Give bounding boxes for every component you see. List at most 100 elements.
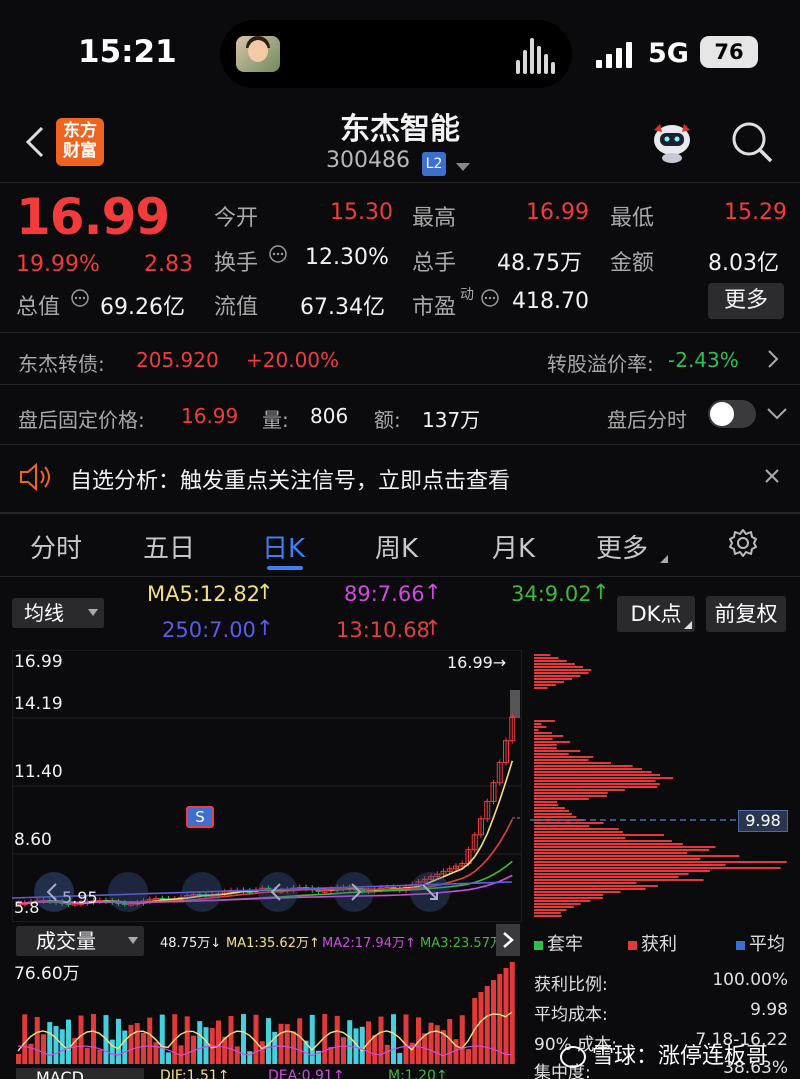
volume-bar <box>385 1045 390 1064</box>
chip-bar <box>534 675 580 677</box>
dk-point-button[interactable]: DK点 <box>617 596 695 632</box>
more-caret-icon <box>660 548 668 567</box>
volume-bar <box>135 1023 140 1064</box>
avg-cost-tag: 9.98 <box>738 810 788 832</box>
chip-bar <box>534 825 589 827</box>
volume-bar <box>16 1054 21 1064</box>
after-hours-amt: 137万 <box>422 404 480 433</box>
volume-bar <box>279 1024 284 1064</box>
bond-price: 205.920 <box>136 348 219 372</box>
volume-y-label: 76.60万 <box>14 959 80 984</box>
chip-bar <box>534 813 572 815</box>
settings-gear-icon[interactable] <box>728 528 758 562</box>
chip-bar <box>534 765 633 767</box>
back-icon[interactable] <box>22 122 52 162</box>
volume-selector[interactable]: 成交量 <box>16 926 144 956</box>
y-label-3: 11.40 <box>14 762 63 782</box>
signal-icon <box>596 42 636 68</box>
chip-bar <box>534 684 556 686</box>
tab-month-k[interactable]: 月K <box>492 528 535 565</box>
volume-bar <box>116 1019 121 1064</box>
status-time: 15:21 <box>78 34 177 70</box>
volume-bar <box>491 980 496 1064</box>
chip-bar <box>534 726 546 728</box>
chevron-down-icon[interactable] <box>766 406 788 425</box>
high-value: 16.99 <box>526 200 589 225</box>
chip-bar <box>534 906 574 908</box>
level2-badge[interactable]: L2 <box>422 152 446 176</box>
chip-bar <box>534 855 739 857</box>
macd-m: M:1.20↑ <box>388 1068 448 1079</box>
next-icon[interactable] <box>334 872 374 912</box>
chip-distribution-chart[interactable] <box>530 650 788 922</box>
volume-chart[interactable] <box>12 956 522 1066</box>
prev-icon[interactable] <box>258 872 298 912</box>
search-icon[interactable] <box>730 120 774 164</box>
expand-icon[interactable] <box>410 872 450 912</box>
chip-bar <box>534 747 557 749</box>
chevron-right-icon[interactable] <box>766 348 780 374</box>
dropdown-caret-icon[interactable] <box>456 158 470 177</box>
volume-bar <box>160 1015 165 1064</box>
chip-bar <box>534 741 570 743</box>
low-label: 最低 <box>610 200 654 232</box>
signal-badge[interactable]: S <box>186 806 214 828</box>
volume-bar <box>79 1016 84 1064</box>
chip-bar <box>534 867 781 869</box>
ma89-arrow-icon: ↑ <box>424 580 442 604</box>
chip-bar <box>534 891 621 893</box>
bond-label[interactable]: 东杰转债: <box>18 348 105 377</box>
chip-bar <box>534 663 575 665</box>
tab-five-day[interactable]: 五日 <box>143 528 195 565</box>
open-label: 今开 <box>214 200 258 232</box>
ma-selector[interactable]: 均线 <box>12 598 104 628</box>
assistant-robot-icon[interactable] <box>648 120 696 164</box>
ma89-value: 89:7.66 <box>344 582 425 606</box>
stock-name[interactable]: 东杰智能 <box>300 104 500 148</box>
more-button[interactable]: 更多 <box>708 283 784 319</box>
chip-bar <box>534 753 569 755</box>
pre-adjust-button[interactable]: 前复权 <box>706 596 786 632</box>
high-label: 最高 <box>412 200 456 232</box>
chip-bar <box>534 846 715 848</box>
after-hours-vol: 806 <box>310 404 348 428</box>
scroll-thumb[interactable] <box>510 690 520 718</box>
volume-bar <box>397 1053 402 1064</box>
chip-bar <box>534 669 591 671</box>
alert-text[interactable]: 自选分析：触发重点关注信号，立即点击查看 <box>70 463 510 495</box>
speaker-icon <box>18 462 52 496</box>
video-thumbnail[interactable] <box>236 36 280 72</box>
amount-value: 8.03亿 <box>708 245 779 277</box>
timeshare-toggle[interactable] <box>708 400 756 428</box>
volume-expand-icon[interactable] <box>496 924 520 956</box>
close-icon[interactable] <box>764 468 780 488</box>
tab-day-k[interactable]: 日K <box>262 528 305 565</box>
chip-bar <box>534 759 589 761</box>
macd-selector[interactable]: MACD <box>16 1068 144 1079</box>
profit-ratio-label: 获利比例: <box>534 970 608 995</box>
tab-week-k[interactable]: 周K <box>375 528 418 565</box>
center-icon[interactable] <box>182 872 222 912</box>
volume-bar <box>360 1027 365 1064</box>
chip-bar <box>534 744 557 746</box>
chip-bar <box>534 687 548 689</box>
chip-bar <box>534 879 704 881</box>
zoom-out-icon[interactable] <box>34 872 74 912</box>
chip-bar <box>534 915 562 917</box>
chip-bar <box>534 756 593 758</box>
zoom-in-icon[interactable] <box>108 872 148 912</box>
chip-bar <box>534 831 623 833</box>
info-icon[interactable] <box>268 244 288 268</box>
tab-more[interactable]: 更多 <box>596 528 648 565</box>
volume-bar <box>229 1016 234 1064</box>
chip-bar <box>534 672 589 674</box>
info-icon[interactable] <box>70 288 90 312</box>
volume-bar <box>47 1022 52 1064</box>
chip-bar <box>534 858 700 860</box>
volume-bar <box>141 1033 146 1064</box>
info-icon[interactable] <box>480 288 500 312</box>
chip-bar <box>534 873 689 875</box>
tab-timeshare[interactable]: 分时 <box>30 528 82 565</box>
chip-bar <box>534 786 657 788</box>
premium-label: 转股溢价率: <box>547 348 654 377</box>
